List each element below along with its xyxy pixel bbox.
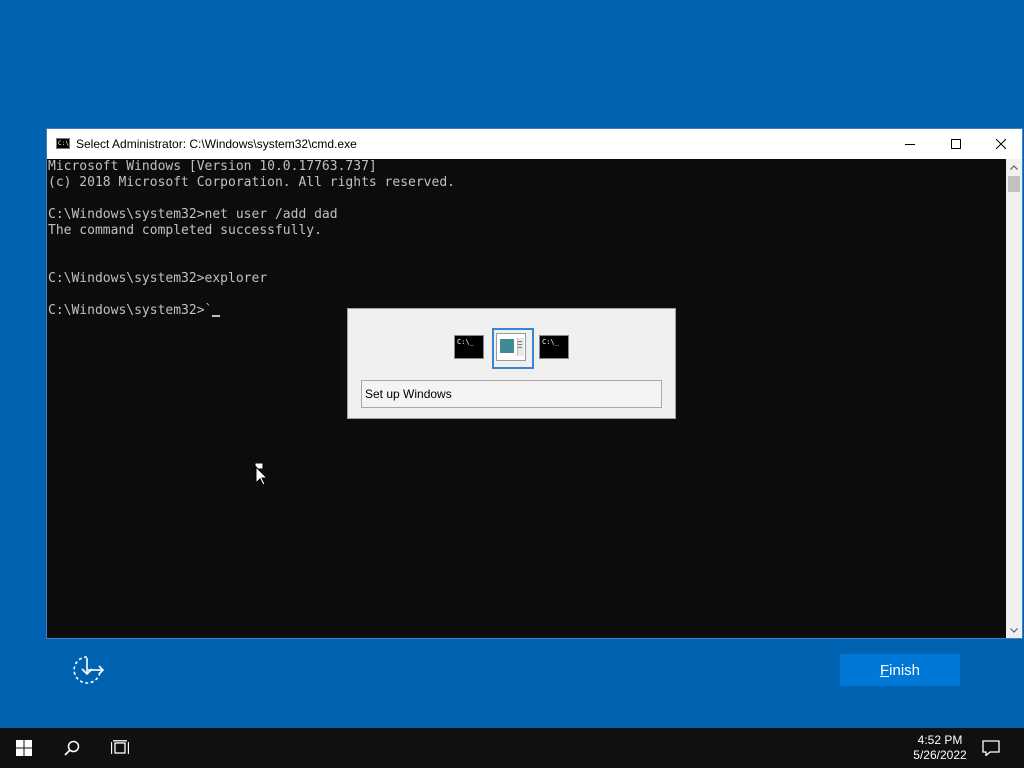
- text-cursor: [212, 315, 221, 317]
- window-titlebar[interactable]: C:\ Select Administrator: C:\Windows\sys…: [47, 129, 1022, 159]
- notification-icon: [982, 740, 1000, 756]
- task-view-button[interactable]: [96, 728, 144, 768]
- vertical-scrollbar[interactable]: [1006, 159, 1022, 638]
- task-view-icon: [111, 740, 129, 754]
- chevron-up-icon: [1010, 164, 1018, 170]
- search-icon: [64, 740, 80, 756]
- ease-of-access-icon[interactable]: [70, 654, 106, 686]
- console-prompt: C:\Windows\system32>`: [48, 303, 213, 318]
- console-line: C:\Windows\system32>explorer: [48, 271, 268, 286]
- thumbnail-image: [500, 339, 514, 353]
- selected-window-label: Set up Windows: [361, 380, 662, 408]
- command-prompt-thumbnail[interactable]: C:\_: [454, 335, 484, 359]
- scroll-down-button[interactable]: [1006, 622, 1022, 638]
- console-line: The command completed successfully.: [48, 223, 322, 238]
- scroll-up-button[interactable]: [1006, 159, 1022, 175]
- command-prompt-thumbnail-2[interactable]: C:\_: [539, 335, 569, 359]
- finish-label-rest: inish: [889, 662, 921, 679]
- finish-accelerator: F: [879, 662, 890, 679]
- thumbnail-line: [518, 344, 522, 345]
- maximize-button[interactable]: [933, 129, 979, 159]
- mouse-pointer-icon: [254, 463, 268, 486]
- console-line: Microsoft Windows [Version 10.0.17763.73…: [48, 159, 377, 174]
- setup-windows-thumbnail[interactable]: [496, 333, 526, 361]
- close-button[interactable]: [978, 129, 1024, 159]
- minimize-icon: [905, 144, 915, 145]
- windows-start-icon: [16, 740, 32, 756]
- taskbar: 4:52 PM 5/26/2022: [0, 728, 1024, 768]
- thumbnail-line: [518, 341, 522, 342]
- finish-button[interactable]: Finish: [840, 654, 960, 686]
- cmd-app-icon[interactable]: C:\: [56, 138, 70, 149]
- console-line: C:\Windows\system32>net user /add dad: [48, 207, 338, 222]
- minimize-button[interactable]: [887, 129, 933, 159]
- close-icon: [996, 139, 1006, 149]
- maximize-icon: [951, 139, 961, 149]
- chevron-down-icon: [1010, 627, 1018, 633]
- search-button[interactable]: [48, 728, 96, 768]
- thumbnail-line: [518, 347, 522, 348]
- start-button[interactable]: [0, 728, 48, 768]
- scroll-thumb[interactable]: [1008, 176, 1020, 192]
- task-switcher: C:\_ C:\_ Set up Windows: [347, 308, 676, 419]
- window-title: Select Administrator: C:\Windows\system3…: [76, 137, 357, 151]
- console-line: (c) 2018 Microsoft Corporation. All righ…: [48, 175, 455, 190]
- action-center-button[interactable]: [968, 728, 1014, 768]
